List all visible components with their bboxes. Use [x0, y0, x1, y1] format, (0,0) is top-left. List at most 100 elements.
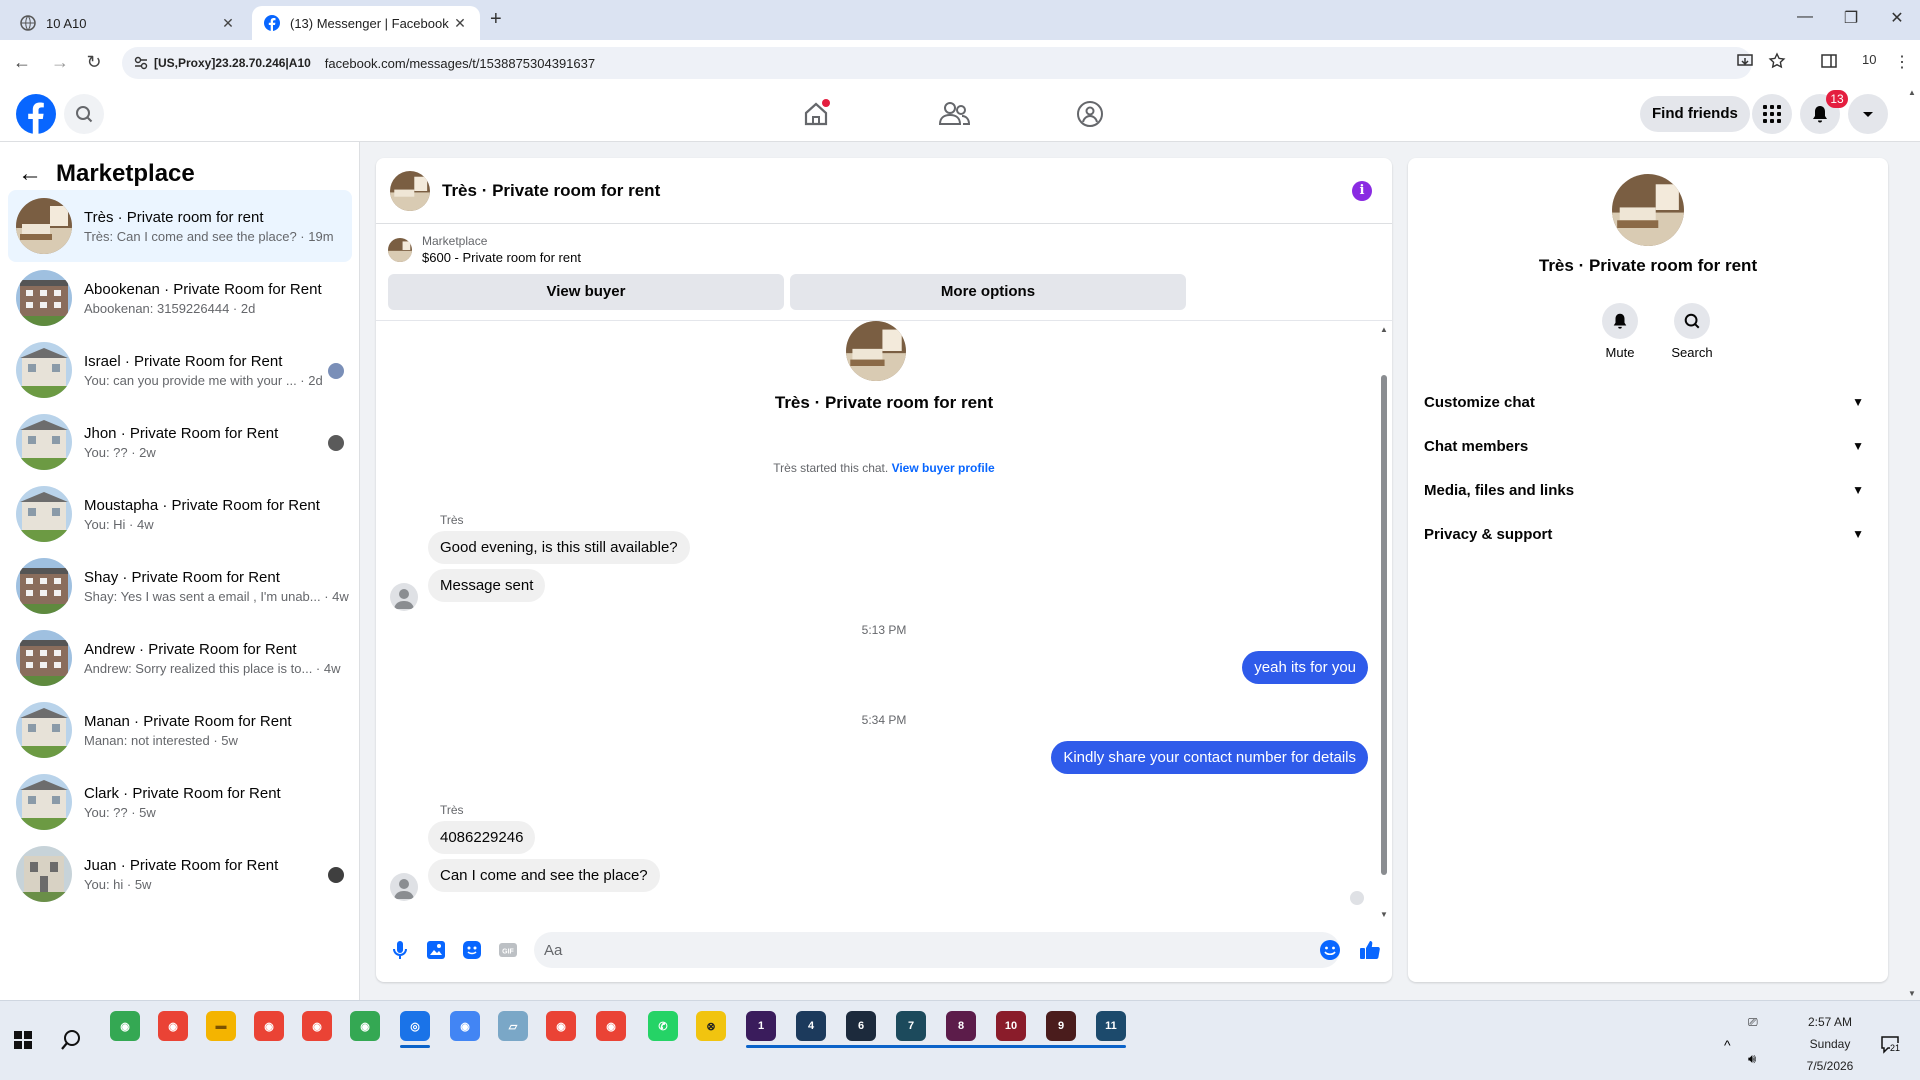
- customize-chat-section[interactable]: Customize chat ▼: [1424, 380, 1872, 424]
- incoming-message[interactable]: 4086229246: [428, 821, 536, 854]
- more-options-button[interactable]: More options: [790, 274, 1186, 310]
- close-tab-icon[interactable]: ✕: [452, 15, 468, 32]
- mute-button[interactable]: Mute: [1590, 303, 1650, 360]
- chrome-app-icon[interactable]: ◉: [546, 1011, 576, 1041]
- app-icon[interactable]: ⊗: [696, 1011, 726, 1041]
- account-chevron-icon[interactable]: [1848, 94, 1888, 134]
- outgoing-message[interactable]: yeah its for you: [1242, 651, 1368, 684]
- side-panel-icon[interactable]: [1820, 52, 1838, 70]
- browser-app-icon[interactable]: ◎: [400, 1011, 430, 1041]
- menu-grid-icon[interactable]: [1752, 94, 1792, 134]
- conversation-item[interactable]: Très · Private room for rent Très: Can I…: [8, 190, 352, 262]
- listing-summary[interactable]: Marketplace $600 - Private room for rent: [388, 234, 581, 265]
- media-files-links-section[interactable]: Media, files and links ▼: [1424, 468, 1872, 512]
- forward-icon[interactable]: →: [48, 50, 72, 74]
- profile-6-icon[interactable]: 6: [846, 1011, 876, 1041]
- chrome-app-icon[interactable]: ◉: [450, 1011, 480, 1041]
- view-buyer-button[interactable]: View buyer: [388, 274, 784, 310]
- minimize-icon[interactable]: —: [1790, 8, 1820, 26]
- taskbar-search-icon[interactable]: [60, 1029, 82, 1051]
- close-tab-icon[interactable]: ✕: [220, 15, 236, 32]
- profile-9-icon[interactable]: 9: [1046, 1011, 1076, 1041]
- profile-avatar[interactable]: [1612, 174, 1684, 246]
- network-icon[interactable]: ⎚: [1748, 1015, 1758, 1030]
- page-scrollbar[interactable]: ▲ ▼: [1904, 86, 1920, 1000]
- chat-title[interactable]: Très · Private room for rent: [442, 181, 660, 201]
- address-bar[interactable]: [US,Proxy]23.28.70.246|A10 facebook.com/…: [122, 47, 1752, 79]
- back-arrow-icon[interactable]: ←: [18, 160, 42, 188]
- chat-members-section[interactable]: Chat members ▼: [1424, 424, 1872, 468]
- emoji-icon[interactable]: [1318, 938, 1342, 962]
- microphone-icon[interactable]: [388, 938, 412, 962]
- thumbs-up-icon[interactable]: [1358, 938, 1382, 962]
- friends-icon[interactable]: [934, 98, 974, 130]
- reload-icon[interactable]: ↻: [82, 50, 106, 74]
- conversation-item[interactable]: Juan · Private Room for Rent You: hi · 5…: [8, 838, 352, 910]
- url-text[interactable]: facebook.com/messages/t/1538875304391637: [325, 56, 595, 71]
- browser-tab-active[interactable]: (13) Messenger | Facebook ✕: [252, 6, 480, 40]
- conversation-name: Andrew · Private Room for Rent: [84, 640, 297, 658]
- conversation-item[interactable]: Andrew · Private Room for Rent Andrew: S…: [8, 622, 352, 694]
- outgoing-message[interactable]: Kindly share your contact number for det…: [1051, 741, 1368, 774]
- chat-avatar[interactable]: [390, 170, 430, 211]
- facebook-icon: [264, 15, 280, 31]
- more-menu-icon[interactable]: ⋮: [1894, 52, 1910, 72]
- profile-10-icon[interactable]: 10: [996, 1011, 1026, 1041]
- chrome-app-icon[interactable]: ◉: [350, 1011, 380, 1041]
- chrome-app-icon[interactable]: ◉: [110, 1011, 140, 1041]
- photo-icon[interactable]: [424, 938, 448, 962]
- chrome-app-icon[interactable]: ◉: [158, 1011, 188, 1041]
- site-settings-icon[interactable]: [134, 56, 148, 70]
- incoming-message[interactable]: Can I come and see the place?: [428, 859, 660, 892]
- profile-7-icon[interactable]: 7: [896, 1011, 926, 1041]
- search-in-conversation-button[interactable]: Search: [1662, 303, 1722, 360]
- conversation-item[interactable]: Israel · Private Room for Rent You: can …: [8, 334, 352, 406]
- conversation-item[interactable]: Moustapha · Private Room for Rent You: H…: [8, 478, 352, 550]
- back-icon[interactable]: ←: [10, 50, 34, 74]
- home-icon[interactable]: [796, 98, 836, 130]
- close-window-icon[interactable]: ✕: [1882, 8, 1912, 28]
- incoming-message[interactable]: Message sent: [428, 569, 546, 602]
- whatsapp-icon[interactable]: ✆: [648, 1011, 678, 1041]
- info-icon[interactable]: i: [1352, 181, 1372, 201]
- bookmark-star-icon[interactable]: [1768, 52, 1786, 70]
- chrome-app-icon[interactable]: ◉: [254, 1011, 284, 1041]
- new-tab-icon[interactable]: +: [490, 8, 502, 31]
- system-clock[interactable]: 2:57 AM Sunday 7/5/2026: [1790, 1011, 1870, 1077]
- profile-8-icon[interactable]: 8: [946, 1011, 976, 1041]
- windows-start-icon[interactable]: [14, 1031, 32, 1049]
- conversation-item[interactable]: Abookenan · Private Room for Rent Abooke…: [8, 262, 352, 334]
- search-icon[interactable]: [64, 94, 104, 134]
- conversation-item[interactable]: Manan · Private Room for Rent Manan: not…: [8, 694, 352, 766]
- conversation-item[interactable]: Jhon · Private Room for Rent You: ?? · 2…: [8, 406, 352, 478]
- volume-icon[interactable]: 🔊︎: [1748, 1051, 1756, 1067]
- gif-icon[interactable]: GIF: [496, 938, 520, 962]
- listing-thumbnail: [16, 486, 72, 542]
- notes-app-icon[interactable]: ▱: [498, 1011, 528, 1041]
- profile-4-icon[interactable]: 4: [796, 1011, 826, 1041]
- browser-tab[interactable]: 10 A10 ✕: [8, 6, 248, 40]
- restore-icon[interactable]: ❐: [1836, 8, 1866, 28]
- profile-count[interactable]: 10: [1862, 52, 1876, 67]
- thread-scrollbar[interactable]: ▲ ▼: [1380, 325, 1388, 919]
- find-friends-button[interactable]: Find friends: [1640, 96, 1750, 132]
- install-app-icon[interactable]: [1736, 52, 1754, 70]
- conversation-item[interactable]: Shay · Private Room for Rent Shay: Yes I…: [8, 550, 352, 622]
- privacy-support-section[interactable]: Privacy & support ▼: [1424, 512, 1872, 556]
- notification-center-icon[interactable]: 21: [1880, 1035, 1904, 1055]
- file-explorer-icon[interactable]: ▬: [206, 1011, 236, 1041]
- view-buyer-profile-link[interactable]: View buyer profile: [892, 461, 995, 475]
- intro-avatar[interactable]: [846, 321, 906, 381]
- profile-1-icon[interactable]: 1: [746, 1011, 776, 1041]
- profile-11-icon[interactable]: 11: [1096, 1011, 1126, 1041]
- message-input[interactable]: [534, 932, 1340, 968]
- conversation-name: Très · Private room for rent: [84, 208, 264, 226]
- chrome-app-icon[interactable]: ◉: [596, 1011, 626, 1041]
- show-hidden-icons-chevron-icon[interactable]: ^: [1724, 1037, 1731, 1053]
- incoming-message[interactable]: Good evening, is this still available?: [428, 531, 690, 564]
- facebook-logo-icon[interactable]: [16, 94, 56, 134]
- sticker-icon[interactable]: [460, 938, 484, 962]
- conversation-item[interactable]: Clark · Private Room for Rent You: ?? · …: [8, 766, 352, 838]
- chrome-app-icon[interactable]: ◉: [302, 1011, 332, 1041]
- groups-icon[interactable]: [1070, 98, 1110, 130]
